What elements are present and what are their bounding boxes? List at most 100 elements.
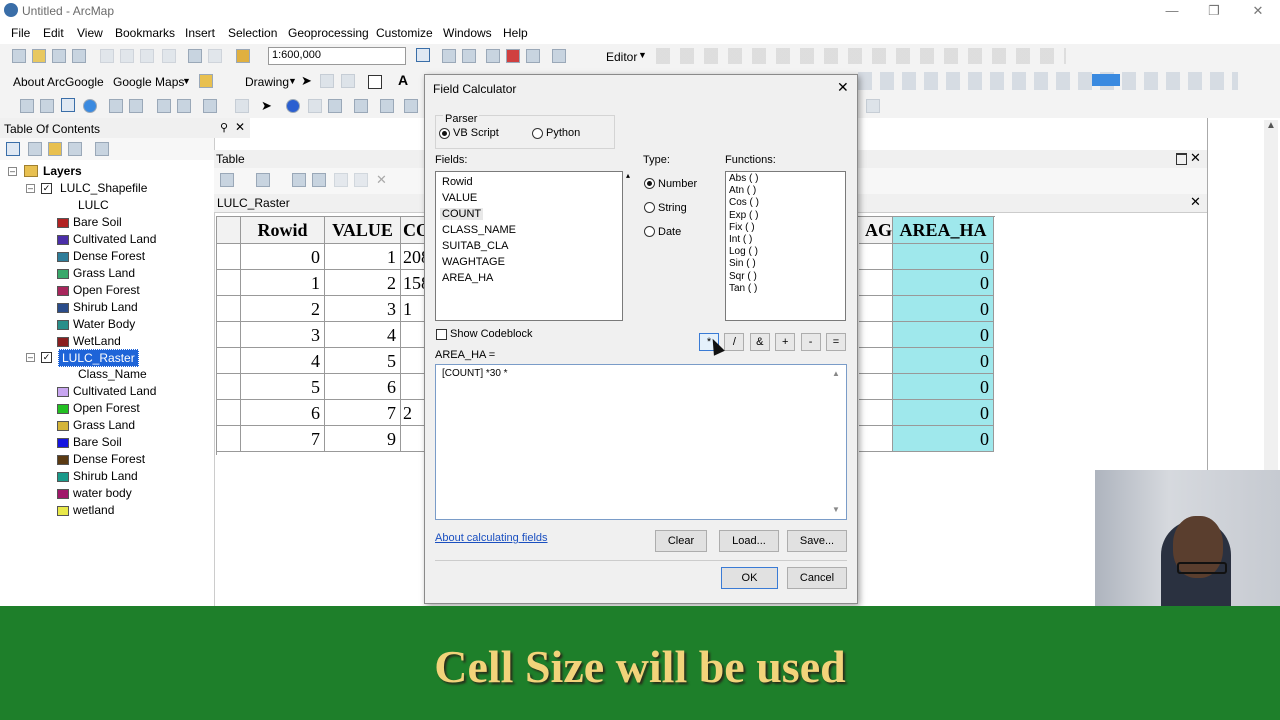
table-options-icon[interactable] [220,173,234,187]
function-list-item[interactable]: Sqr ( ) [729,271,757,282]
operator-concatenate-button[interactable]: & [749,333,770,351]
row-selector[interactable] [217,296,241,322]
print-icon[interactable] [72,49,86,63]
add-data-icon[interactable] [236,49,250,63]
menu-file[interactable]: File [11,26,30,40]
select-by-attributes-icon[interactable] [292,173,306,187]
table-cell[interactable] [859,348,893,374]
table-column-header[interactable]: AREA_HA [893,217,994,244]
shapefile-visibility-checkbox[interactable]: ✓ [41,183,52,194]
legend-swatch[interactable] [57,320,69,330]
clear-selection-icon[interactable] [235,99,249,113]
rectangle-icon[interactable] [368,75,382,89]
related-tables-icon[interactable] [256,173,270,187]
operator-equals-button[interactable]: = [826,333,846,351]
row-selector[interactable] [217,244,241,270]
function-list-item[interactable]: Cos ( ) [729,197,759,208]
table-tab-close-icon[interactable]: ✕ [1190,194,1201,210]
menu-insert[interactable]: Insert [185,26,215,40]
pan-icon[interactable] [61,98,75,112]
table-cell[interactable]: 4 [241,348,325,374]
fields-scroll-icon[interactable]: ▴ [626,171,630,180]
operator-minus-button[interactable]: - [800,333,821,351]
field-list-item[interactable]: VALUE [442,192,477,204]
about-arcgoogle-button[interactable]: About ArcGoogle [13,75,104,89]
identify-icon[interactable] [286,99,300,113]
editor-menu[interactable]: Editor [606,50,637,64]
parser-vbscript-radio[interactable] [439,128,450,139]
list-by-drawing-order-icon[interactable] [6,142,20,156]
search-window-icon[interactable] [486,49,500,63]
minimize-icon[interactable]: — [1152,2,1192,20]
raster-collapse-icon[interactable]: – [26,353,35,362]
text-icon[interactable]: A [398,72,408,88]
find-icon[interactable] [380,99,394,113]
editor-dropdown-icon[interactable]: ▼ [638,50,647,60]
menu-windows[interactable]: Windows [443,26,492,40]
table-cell[interactable]: 0 [893,348,994,374]
row-selector[interactable] [217,322,241,348]
expression-textarea[interactable]: [COUNT] *30 * ▲ ▼ [435,364,847,520]
table-cell[interactable]: 7 [241,426,325,452]
paste-icon[interactable] [140,49,154,63]
table-cell[interactable]: 2 [325,270,401,296]
goto-xy-icon[interactable] [404,99,418,113]
legend-swatch[interactable] [57,303,69,313]
table-header-blank[interactable] [217,217,241,244]
field-list-item[interactable]: CLASS_NAME [442,224,516,236]
fields-listbox[interactable]: Rowid VALUE COUNT CLASS_NAME SUITAB_CLA WAGHT… [435,171,623,321]
field-list-item[interactable]: Rowid [442,176,473,188]
zoom-out-icon[interactable] [40,99,54,113]
type-string-radio[interactable] [644,202,655,213]
table-cell[interactable]: 6 [325,374,401,400]
menu-view[interactable]: View [77,26,103,40]
table-cell[interactable] [859,322,893,348]
drawing-menu[interactable]: Drawing [245,75,289,89]
fixed-zoom-out-icon[interactable] [129,99,143,113]
restore-icon[interactable]: ❐ [1194,2,1234,20]
zoom-in-icon[interactable] [20,99,34,113]
drawing-dropdown-icon[interactable]: ▼ [288,76,297,86]
table-cell[interactable]: 5 [325,348,401,374]
expression-scroll-up-icon[interactable]: ▲ [832,369,840,378]
table-cell[interactable]: 9 [325,426,401,452]
table-cell[interactable]: 6 [241,400,325,426]
table-cell[interactable]: 1 [241,270,325,296]
cut-icon[interactable] [100,49,114,63]
table-cell[interactable]: 3 [325,296,401,322]
legend-swatch[interactable] [57,404,69,414]
table-maximize-icon[interactable] [1176,153,1187,165]
toc-options-icon[interactable] [95,142,109,156]
clear-button[interactable]: Clear [655,530,707,552]
table-cell[interactable]: 0 [893,426,994,452]
row-selector[interactable] [217,374,241,400]
zoom-to-elements-icon[interactable] [341,74,355,88]
google-maps-menu[interactable]: Google Maps [113,75,184,89]
type-date-label[interactable]: Date [658,226,681,238]
type-date-radio[interactable] [644,226,655,237]
pin-icon[interactable]: ⚲ [220,121,228,134]
legend-swatch[interactable] [57,235,69,245]
rotate-icon[interactable] [320,74,334,88]
undo-icon[interactable] [188,49,202,63]
type-string-label[interactable]: String [658,202,687,214]
delete-selected-icon[interactable]: ✕ [376,172,387,188]
raster-visibility-checkbox[interactable]: ✓ [41,352,52,363]
functions-listbox[interactable]: Abs ( ) Atn ( ) Cos ( ) Exp ( ) Fix ( ) Int (… [725,171,846,321]
table-cell[interactable]: 2 [241,296,325,322]
function-list-item[interactable]: Log ( ) [729,246,758,257]
python-window-icon[interactable] [526,49,540,63]
legend-swatch[interactable] [57,455,69,465]
table-cell[interactable]: 0 [241,244,325,270]
select-elements-icon[interactable]: ➤ [301,73,312,89]
zoom-to-selected-icon[interactable] [354,173,368,187]
field-list-item[interactable]: AREA_HA [442,272,493,284]
field-list-item[interactable]: SUITAB_CLA [442,240,508,252]
html-popup-icon[interactable] [328,99,342,113]
table-column-header[interactable]: VALUE [325,217,401,244]
legend-swatch[interactable] [57,387,69,397]
fixed-zoom-in-icon[interactable] [109,99,123,113]
delete-icon[interactable] [162,49,176,63]
row-selector[interactable] [217,400,241,426]
full-extent-icon[interactable] [83,99,97,113]
